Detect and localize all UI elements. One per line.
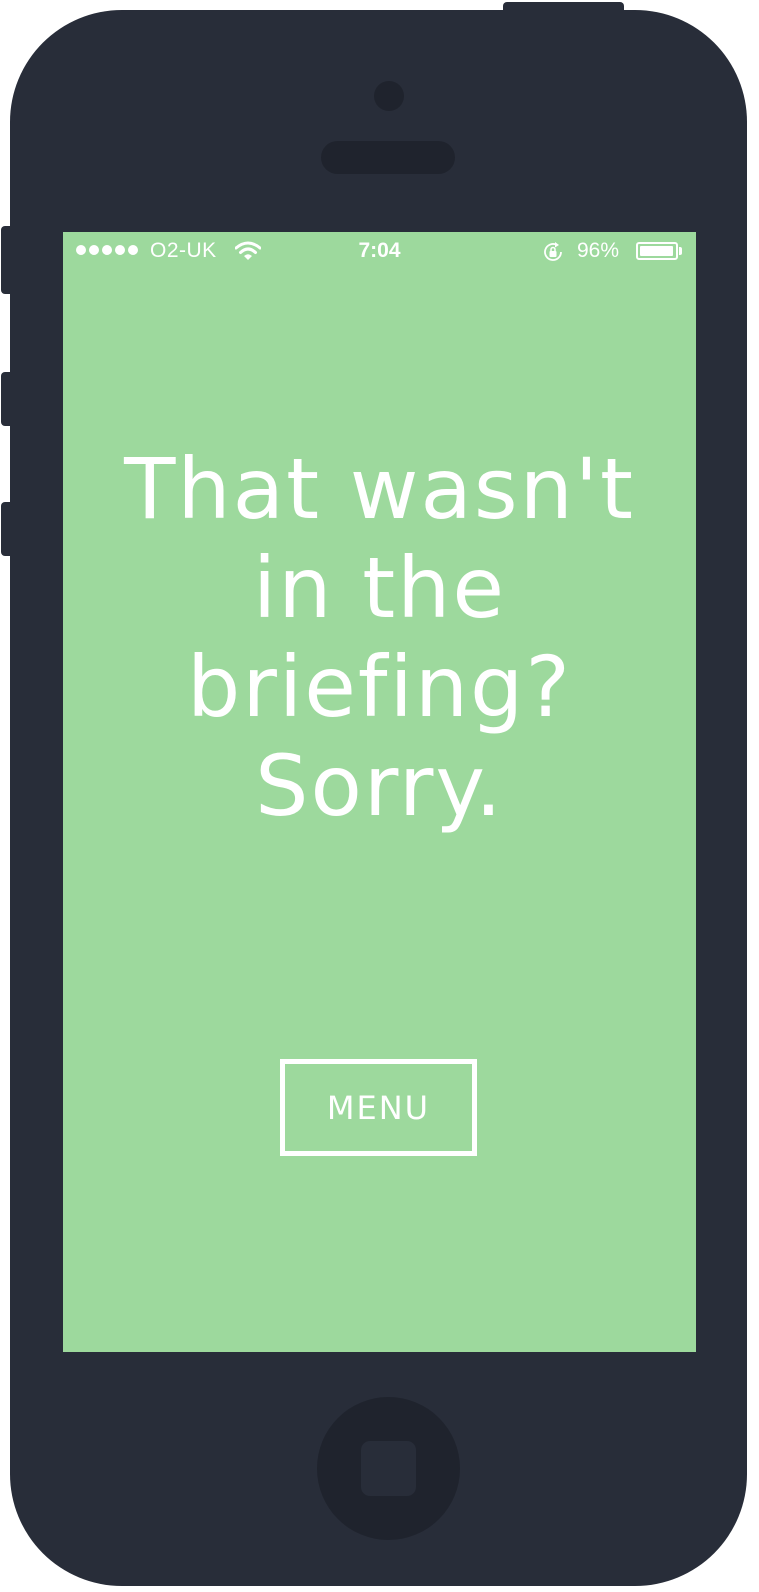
- home-button-square: [361, 1441, 416, 1496]
- headline-line: briefing?: [187, 638, 572, 736]
- battery-tip: [679, 247, 682, 255]
- headline-line: in the: [252, 539, 507, 637]
- headline-line: Sorry.: [255, 737, 504, 835]
- error-headline: That wasn't in the briefing? Sorry.: [63, 440, 696, 836]
- battery-level-fill: [640, 246, 673, 256]
- earpiece-speaker: [321, 141, 455, 174]
- app-screen: O2-UK 7:04 96% That wasn't in the briefing…: [63, 232, 696, 1352]
- status-bar: O2-UK 7:04 96%: [63, 232, 696, 272]
- headline-line: That wasn't: [124, 440, 635, 538]
- device-mockup: O2-UK 7:04 96% That wasn't in the briefing…: [0, 0, 759, 1592]
- home-button[interactable]: [317, 1397, 460, 1540]
- orientation-lock-icon: [544, 242, 562, 261]
- battery-icon: [636, 242, 678, 260]
- menu-button[interactable]: MENU: [280, 1059, 477, 1156]
- battery-percentage: 96%: [577, 239, 620, 262]
- front-camera: [374, 81, 404, 111]
- menu-button-label: MENU: [326, 1088, 431, 1127]
